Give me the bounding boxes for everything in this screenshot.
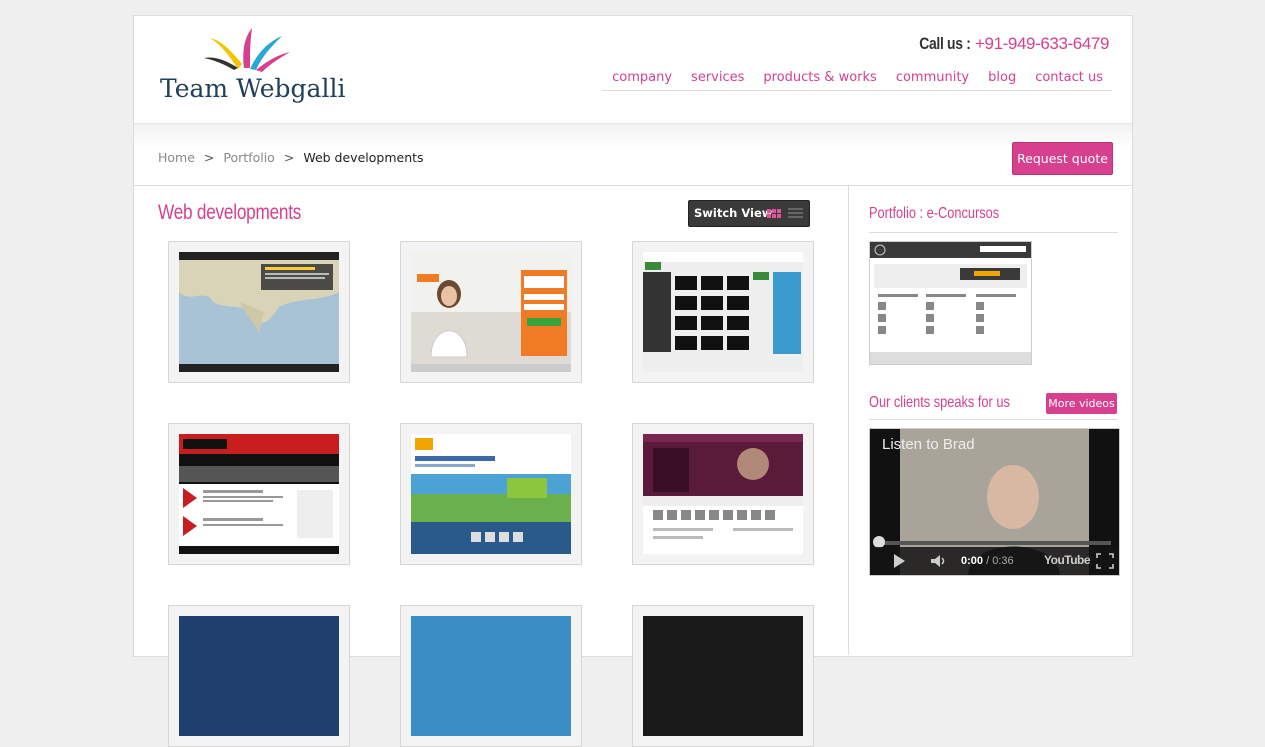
breadcrumb-portfolio[interactable]: Portfolio [223, 150, 274, 165]
phone-number[interactable]: +91-949-633-6479 [975, 34, 1109, 53]
portfolio-thumbnail [179, 616, 339, 736]
portfolio-item[interactable] [400, 605, 582, 747]
video-time-total: / 0:36 [986, 555, 1014, 567]
nav-company[interactable]: company [602, 68, 681, 90]
portfolio-item[interactable] [632, 241, 814, 383]
fullscreen-icon[interactable] [1096, 553, 1114, 569]
portfolio-item[interactable] [400, 423, 582, 565]
volume-icon[interactable] [930, 554, 948, 568]
portfolio-item[interactable] [632, 605, 814, 747]
portfolio-thumbnail [643, 616, 803, 736]
portfolio-thumbnail-filmdrive [643, 252, 803, 372]
nav-community[interactable]: community [886, 68, 978, 90]
logo[interactable]: Team Webgalli [158, 24, 358, 116]
portfolio-item[interactable] [632, 423, 814, 565]
portfolio-item[interactable] [400, 241, 582, 383]
play-icon[interactable] [892, 553, 906, 569]
portfolio-thumbnail-loggbook [179, 434, 339, 554]
sidebar-portfolio-thumbnail[interactable] [869, 241, 1032, 365]
logo-feather-icon [204, 28, 290, 72]
breadcrumb-current: Web developments [303, 150, 424, 165]
portfolio-thumbnail-map [179, 252, 339, 372]
breadcrumb-bar: Home > Portfolio > Web developments Request … [134, 123, 1132, 186]
nav-products-works[interactable]: products & works [753, 68, 885, 90]
switch-view-button[interactable]: Switch View [688, 200, 810, 227]
switch-view-label: Switch View [694, 206, 773, 220]
video-title[interactable]: Listen to Brad [882, 436, 975, 453]
portfolio-thumbnail-concert [643, 434, 803, 554]
page-container: Team Webgalli Call us : +91-949-633-6479… [133, 15, 1133, 747]
video-time-current: 0:00 [961, 555, 984, 567]
video-time: 0:00 / 0:36 [961, 555, 1014, 567]
more-videos-button[interactable]: More videos [1046, 393, 1117, 414]
nav-services[interactable]: services [681, 68, 753, 90]
contact-phone: Call us : +91-949-633-6479 [908, 34, 1109, 54]
breadcrumb-separator: > [283, 150, 295, 165]
portfolio-thumbnail-middle-eastern-christian [411, 434, 571, 554]
sidebar-portfolio-title[interactable]: Portfolio : e-Concursos [869, 205, 999, 223]
main-content: Web developments Switch View [134, 185, 849, 747]
portfolio-item[interactable] [168, 605, 350, 747]
portfolio-item[interactable] [168, 423, 350, 565]
grid-view-icon[interactable] [767, 209, 782, 219]
divider [869, 419, 1118, 420]
video-player[interactable]: Listen to Brad 0:00 / 0:36 YouTube [869, 428, 1120, 576]
sidebar-clients-title: Our clients speaks for us [869, 394, 1010, 411]
list-view-icon[interactable] [788, 208, 803, 219]
main-nav: company services products & works commun… [602, 68, 1112, 91]
portfolio-thumbnail-medical [411, 252, 571, 372]
call-label: Call us : [919, 34, 971, 53]
logo-text: Team Webgalli [160, 74, 346, 103]
video-progress-bar[interactable] [878, 541, 1111, 545]
page-title: Web developments [158, 201, 302, 224]
portfolio-thumbnail-social [411, 616, 571, 736]
divider [869, 232, 1118, 233]
nav-blog[interactable]: blog [978, 68, 1025, 90]
breadcrumb-separator: > [203, 150, 215, 165]
breadcrumb: Home > Portfolio > Web developments [158, 150, 424, 165]
breadcrumb-home[interactable]: Home [158, 150, 195, 165]
youtube-logo[interactable]: YouTube [1044, 553, 1091, 567]
request-quote-button[interactable]: Request quote [1012, 142, 1113, 175]
portfolio-item[interactable] [168, 241, 350, 383]
nav-contact-us[interactable]: contact us [1025, 68, 1112, 90]
e-concursos-screenshot [870, 242, 1031, 364]
